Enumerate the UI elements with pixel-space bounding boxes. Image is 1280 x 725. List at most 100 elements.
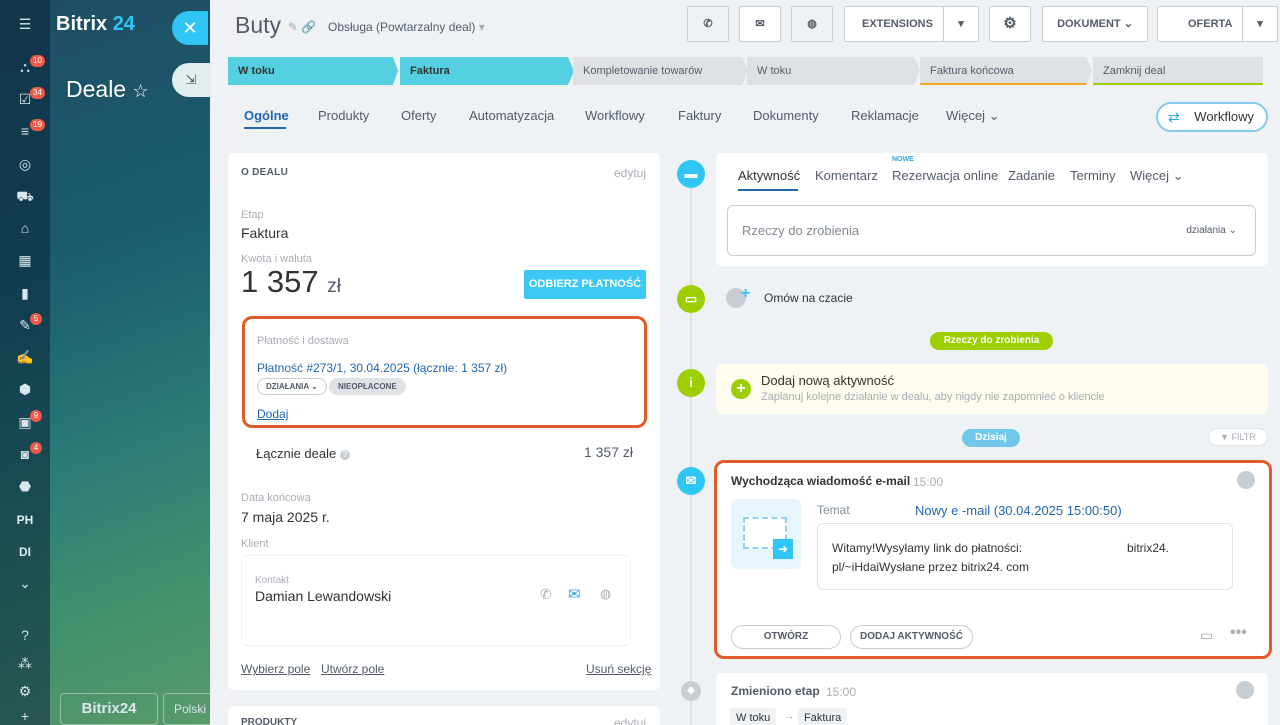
stage-item[interactable]: Faktura (400, 57, 574, 85)
more-options-icon[interactable]: ••• (1230, 624, 1247, 642)
note-icon[interactable]: ▭ (1200, 627, 1213, 644)
tab-zadanie[interactable]: Zadanie (1008, 168, 1055, 183)
bitrix24-logo[interactable]: Bitrix 24 (56, 13, 135, 36)
tab-wiecej-activity[interactable]: Więcej ⌄ (1130, 168, 1184, 184)
receive-payment-button[interactable]: ODBIERZ PŁATNOŚĆ (524, 270, 646, 299)
stage-from: W toku (730, 708, 777, 725)
discuss-in-chat[interactable]: + Omów na czacie (716, 280, 1268, 316)
more-icon[interactable]: ⌄ (16, 574, 34, 592)
structure-icon[interactable]: ⁂ (16, 654, 34, 672)
tab-terminy[interactable]: Terminy (1070, 168, 1116, 183)
close-date-value[interactable]: 7 maja 2025 r. (241, 509, 330, 525)
stage-item[interactable]: Kompletowanie towarów (573, 57, 748, 85)
tab-workflowy[interactable]: Workflowy (585, 108, 645, 123)
store-icon[interactable]: ⌂ (16, 219, 34, 237)
analytics-icon[interactable]: ▮ (16, 284, 34, 302)
deal-info-card: O DEALU edytuj Etap Faktura Kwota i walu… (228, 153, 660, 690)
oferta-dropdown-icon[interactable]: ▾ (1242, 6, 1278, 42)
title-edit-icons[interactable]: ✎ 🔗 (288, 20, 316, 34)
delete-section-link[interactable]: Usuń sekcję (586, 662, 651, 676)
mail-icon[interactable]: ✉ (568, 585, 581, 603)
stage-item[interactable]: Faktura końcowa (920, 57, 1092, 85)
rail-item-ph[interactable]: PH (0, 513, 50, 527)
stage-bar: W toku Faktura Kompletowanie towarów W t… (228, 57, 1268, 85)
sms-button[interactable]: ◍ (791, 6, 833, 42)
contact-name[interactable]: Damian Lewandowski (255, 588, 391, 604)
gear-icon[interactable]: ⚙ (989, 6, 1031, 42)
pipeline-selector[interactable]: Obsługa (Powtarzalny deal) ▾ (328, 20, 485, 34)
stage-item[interactable]: Zamknij deal (1093, 57, 1263, 85)
select-field-link[interactable]: Wybierz pole (241, 662, 310, 676)
phone-icon[interactable]: ✆ (540, 586, 552, 603)
tab-automatyzacja[interactable]: Automatyzacja (469, 108, 554, 123)
todo-input[interactable]: Rzeczy do zrobienia działania ⌄ (727, 205, 1256, 256)
envelope-icon: ➜ (731, 499, 801, 569)
new-activity-card[interactable]: + Dodaj nową aktywność Zaplanuj kolejne … (716, 364, 1268, 414)
tab-komentarz[interactable]: Komentarz (815, 168, 878, 183)
workflow-button[interactable]: ⇄ Workflowy (1156, 102, 1268, 132)
filter-button[interactable]: ▼ FILTR (1208, 428, 1268, 446)
tab-wiecej[interactable]: Więcej ⌄ (946, 108, 1000, 124)
new-activity-subtitle: Zaplanuj kolejne działanie w dealu, aby … (761, 391, 1105, 403)
info-icon[interactable]: ? (339, 449, 350, 460)
tab-rezerwacja[interactable]: Rezerwacja online (892, 168, 998, 183)
chat-icon[interactable]: ◍ (600, 586, 611, 602)
badge: 10 (30, 55, 45, 67)
dokument-button[interactable]: DOKUMENT ⌄ (1042, 6, 1148, 42)
deal-title: Buty (235, 12, 282, 38)
menu-icon[interactable]: ☰ (16, 15, 34, 33)
collapse-icon[interactable]: ⇲ (172, 63, 210, 97)
extensions-dropdown-icon[interactable]: ▾ (943, 6, 979, 42)
open-button[interactable]: OTWÓRZ (731, 625, 841, 649)
plus-icon: + (741, 285, 751, 302)
edit-link[interactable]: edytuj (614, 166, 646, 180)
email-subject-link[interactable]: Nowy e -mail (30.04.2025 15:00:50) (915, 503, 1122, 518)
section-title-text: Deale (66, 76, 127, 102)
create-field-link[interactable]: Utwórz pole (321, 662, 384, 676)
tab-aktywnosc[interactable]: Aktywność (738, 168, 800, 183)
workflow-label: Workflowy (1194, 109, 1254, 124)
actions-dropdown[interactable]: działania ⌄ (1186, 225, 1237, 236)
tab-faktury[interactable]: Faktury (678, 108, 721, 123)
box-icon[interactable]: ⬣ (16, 477, 34, 495)
tab-reklamacje[interactable]: Reklamacje (851, 108, 919, 123)
payment-link[interactable]: Płatność #273/1, 30.04.2025 (łącznie: 1 … (257, 361, 507, 375)
hexagon-icon[interactable]: ⬢ (16, 380, 34, 398)
payment-actions-button[interactable]: DZIAŁANIA ⌄ (257, 378, 327, 395)
stage-item[interactable]: W toku (228, 57, 398, 85)
tab-oferty[interactable]: Oferty (401, 108, 436, 123)
settings-icon[interactable]: ⚙ (16, 682, 34, 700)
phone-button[interactable]: ✆ (687, 6, 729, 42)
tab-dokumenty[interactable]: Dokumenty (753, 108, 819, 123)
email-body: Witamy!Wysyłamy link do płatności: bitri… (817, 523, 1233, 590)
rail-item-di[interactable]: DI (0, 545, 50, 559)
email-body-link[interactable]: bitrix24. (1127, 541, 1169, 555)
help-icon[interactable]: ? (16, 626, 34, 644)
tab-produkty[interactable]: Produkty (318, 108, 369, 123)
bitrix24-bottom-logo[interactable]: Bitrix24 (60, 693, 158, 725)
target-icon[interactable]: ◎ (16, 155, 34, 173)
email-button[interactable]: ✉ (739, 6, 781, 42)
add-activity-button[interactable]: DODAJ AKTYWNOŚĆ (850, 625, 973, 649)
calendar-icon[interactable]: ▦ (16, 251, 34, 269)
language-selector[interactable]: Polski (163, 693, 213, 725)
products-edit-link[interactable]: edytuj (614, 716, 646, 725)
sign-icon[interactable]: ✍ (16, 348, 34, 366)
todo-badge: Rzeczy do zrobienia (930, 332, 1053, 350)
cart-icon[interactable]: ⛟ (16, 187, 34, 205)
tab-ogolne[interactable]: Ogólne (244, 108, 289, 123)
oferta-label: OFERTA (1188, 18, 1233, 30)
add-icon[interactable]: + (16, 707, 34, 725)
add-payment-link[interactable]: Dodaj (257, 407, 288, 421)
stage-item[interactable]: W toku (747, 57, 920, 85)
section-title: Deale ☆ (66, 76, 149, 103)
stage-value[interactable]: Faktura (241, 225, 288, 241)
avatar[interactable] (1237, 471, 1255, 489)
close-slider-button[interactable]: ✕ (172, 11, 208, 45)
avatar[interactable] (1236, 681, 1254, 699)
extensions-label: EXTENSIONS (862, 18, 933, 30)
amount-value[interactable]: 1 357 zł (241, 264, 341, 300)
stage-label: Etap (241, 209, 264, 221)
star-icon[interactable]: ☆ (133, 81, 149, 101)
add-circle-icon[interactable]: + (731, 379, 751, 399)
